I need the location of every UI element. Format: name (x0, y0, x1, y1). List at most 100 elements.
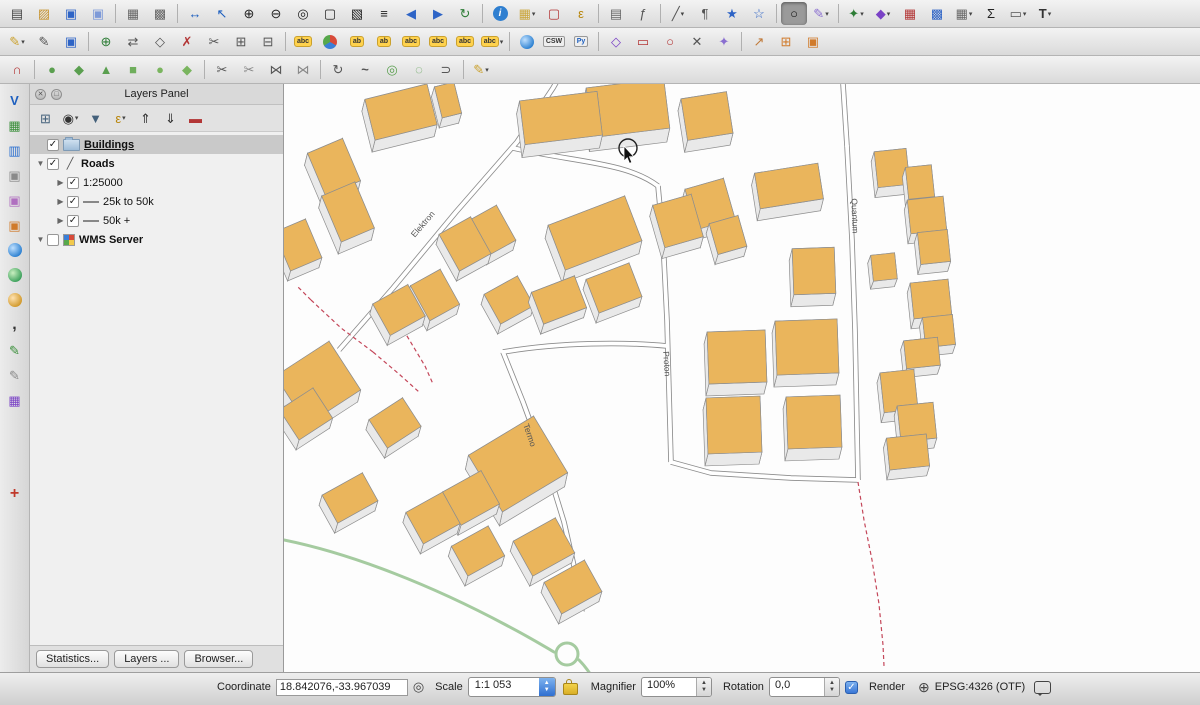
raster-tool-button[interactable]: ▦ (897, 2, 923, 25)
map-tips-button[interactable]: ¶ (692, 2, 718, 25)
add-vector-layer-button[interactable]: V (3, 89, 27, 111)
zoom-native-button[interactable]: ◎ (290, 2, 316, 25)
pan-to-selection-button[interactable]: ↖ (209, 2, 235, 25)
filter-expression-button[interactable]: ε▾ (109, 108, 132, 128)
magic-wand-button[interactable]: ✦ (711, 30, 737, 53)
offset-curve-button[interactable]: ⊃ (433, 58, 459, 81)
delete-part-button[interactable]: ◌ (406, 58, 432, 81)
shape-circle-button[interactable]: ○ (657, 30, 683, 53)
label-move-button[interactable]: abc (425, 30, 451, 53)
rotation-steppers[interactable]: ▲▼ (824, 678, 839, 696)
osm-import-button[interactable]: ▣ (800, 30, 826, 53)
crosshair-icon[interactable]: + (3, 483, 27, 505)
layer-row-buildings[interactable]: ✓Buildings (30, 135, 283, 154)
osm-download-button[interactable]: ↗ (746, 30, 772, 53)
layer-checkbox[interactable]: ✓ (47, 158, 59, 170)
rotation-spinbox[interactable]: 0,0 ▲▼ (769, 677, 840, 697)
tab-layers[interactable]: Layers ... (114, 650, 179, 668)
add-group-button[interactable]: ⊞ (34, 108, 57, 128)
cut-features-button[interactable]: ✂ (201, 30, 227, 53)
label-rotate-button[interactable]: abc (452, 30, 478, 53)
advanced-edits-button[interactable]: ✎▾ (468, 58, 494, 81)
field-calculator-button[interactable]: ƒ (630, 2, 656, 25)
add-wcs-layer-button[interactable] (3, 264, 27, 286)
disclosure-arrow-icon[interactable]: ▶ (54, 197, 67, 206)
remove-layer-button[interactable]: ▬ (184, 108, 207, 128)
scale-combo-arrows[interactable]: ▲▼ (539, 678, 555, 696)
layer-checkbox[interactable]: ✓ (47, 139, 59, 151)
label-ab0-button[interactable]: ab (344, 30, 370, 53)
open-project-button[interactable]: ▨ (31, 2, 57, 25)
split-parts-button[interactable]: ✂ (236, 58, 262, 81)
composer-manager-button[interactable]: ▩ (147, 2, 173, 25)
close-panel-button[interactable]: ✕ (35, 89, 46, 100)
interpolation-button[interactable]: ▩ (924, 2, 950, 25)
save-project-button[interactable]: ▣ (58, 2, 84, 25)
snapping-options-button[interactable]: ∩ (4, 58, 30, 81)
filter-legend-button[interactable]: ▼ (84, 108, 107, 128)
active-map-tool-button[interactable]: ○ (781, 2, 807, 25)
zoom-to-layer-button[interactable]: ≡ (371, 2, 397, 25)
collapse-all-button[interactable]: ⇓ (159, 108, 182, 128)
new-project-button[interactable]: ▤ (4, 2, 30, 25)
add-mssql-layer-button[interactable]: ▣ (3, 189, 27, 211)
attribute-table-button[interactable]: ▤ (603, 2, 629, 25)
disclosure-arrow-icon[interactable]: ▶ (54, 178, 67, 187)
label-show-hide-button[interactable]: abc (398, 30, 424, 53)
add-feature-button[interactable]: ⊕ (93, 30, 119, 53)
topology-polygon-button[interactable]: ▲ (93, 58, 119, 81)
topology-fill-button[interactable]: ■ (120, 58, 146, 81)
current-edits-button[interactable]: ✎▾ (4, 30, 30, 53)
pan-map-button[interactable]: ↔ (182, 2, 208, 25)
python-console-button[interactable]: Py (568, 30, 594, 53)
geometry-checker-button[interactable]: ◇ (603, 30, 629, 53)
scale-lock-icon[interactable] (563, 683, 578, 695)
save-project-as-button[interactable]: ▣ (85, 2, 111, 25)
select-by-expression-button[interactable]: ε (568, 2, 594, 25)
scalebar-button[interactable]: ▭▾ (1005, 2, 1031, 25)
add-delimited-text-layer-button[interactable]: , (3, 314, 27, 336)
layer-checkbox[interactable]: ✓ (67, 215, 79, 227)
layer-row-1-25000[interactable]: ▶✓1:25000 (30, 173, 283, 192)
zoom-next-button[interactable]: ▶ (425, 2, 451, 25)
copy-features-button[interactable]: ⊞ (228, 30, 254, 53)
split-features-button[interactable]: ✂ (209, 58, 235, 81)
add-virtual-layer-button[interactable]: ▦ (3, 389, 27, 411)
layer-row-25k-to-50k[interactable]: ▶✓25k to 50k (30, 192, 283, 211)
new-spatialite-layer-button[interactable]: ✎ (3, 364, 27, 386)
csw-button[interactable]: CSW (541, 30, 567, 53)
delete-ring-button[interactable]: ◎ (379, 58, 405, 81)
layer-row-roads[interactable]: ▼✓╱Roads (30, 154, 283, 173)
add-spatialite-layer-button[interactable]: ▣ (3, 164, 27, 186)
text-annotation-button[interactable]: T▾ (1032, 2, 1058, 25)
refresh-map-button[interactable]: ↻ (452, 2, 478, 25)
label-pin-button[interactable]: ab (371, 30, 397, 53)
label-properties-button[interactable]: abc▾ (479, 30, 505, 53)
metasearch-globe-button[interactable] (514, 30, 540, 53)
deselect-all-button[interactable]: ▢ (541, 2, 567, 25)
layer-checkbox[interactable]: ✓ (67, 196, 79, 208)
crs-icon[interactable]: ⊕ (918, 679, 930, 696)
tab-statistics[interactable]: Statistics... (36, 650, 109, 668)
merge-features-button[interactable]: ⋈ (263, 58, 289, 81)
topology-line-button[interactable]: ◆ (66, 58, 92, 81)
delete-selected-button[interactable]: ✗ (174, 30, 200, 53)
topology-node-button[interactable]: ● (147, 58, 173, 81)
plugin-green-button[interactable]: ✦▾ (843, 2, 869, 25)
disclosure-arrow-icon[interactable]: ▼ (34, 159, 47, 168)
render-checkbox[interactable]: ✓ (845, 681, 858, 694)
plugin-purple-button[interactable]: ◆▾ (870, 2, 896, 25)
merge-attributes-button[interactable]: ⋈ (290, 58, 316, 81)
add-raster-layer-button[interactable]: ▦ (3, 114, 27, 136)
add-wms-layer-button[interactable] (3, 239, 27, 261)
tab-browser[interactable]: Browser... (184, 650, 253, 668)
magnifier-steppers[interactable]: ▲▼ (696, 678, 711, 696)
annotation-button[interactable]: ✎▾ (808, 2, 834, 25)
expand-all-button[interactable]: ⇑ (134, 108, 157, 128)
zoom-in-button[interactable]: ⊕ (236, 2, 262, 25)
paste-features-button[interactable]: ⊟ (255, 30, 281, 53)
layer-row-50k[interactable]: ▶✓50k + (30, 211, 283, 230)
shape-rectangle-button[interactable]: ▭ (630, 30, 656, 53)
statistics-sum-button[interactable]: Σ (978, 2, 1004, 25)
zoom-full-button[interactable]: ▢ (317, 2, 343, 25)
